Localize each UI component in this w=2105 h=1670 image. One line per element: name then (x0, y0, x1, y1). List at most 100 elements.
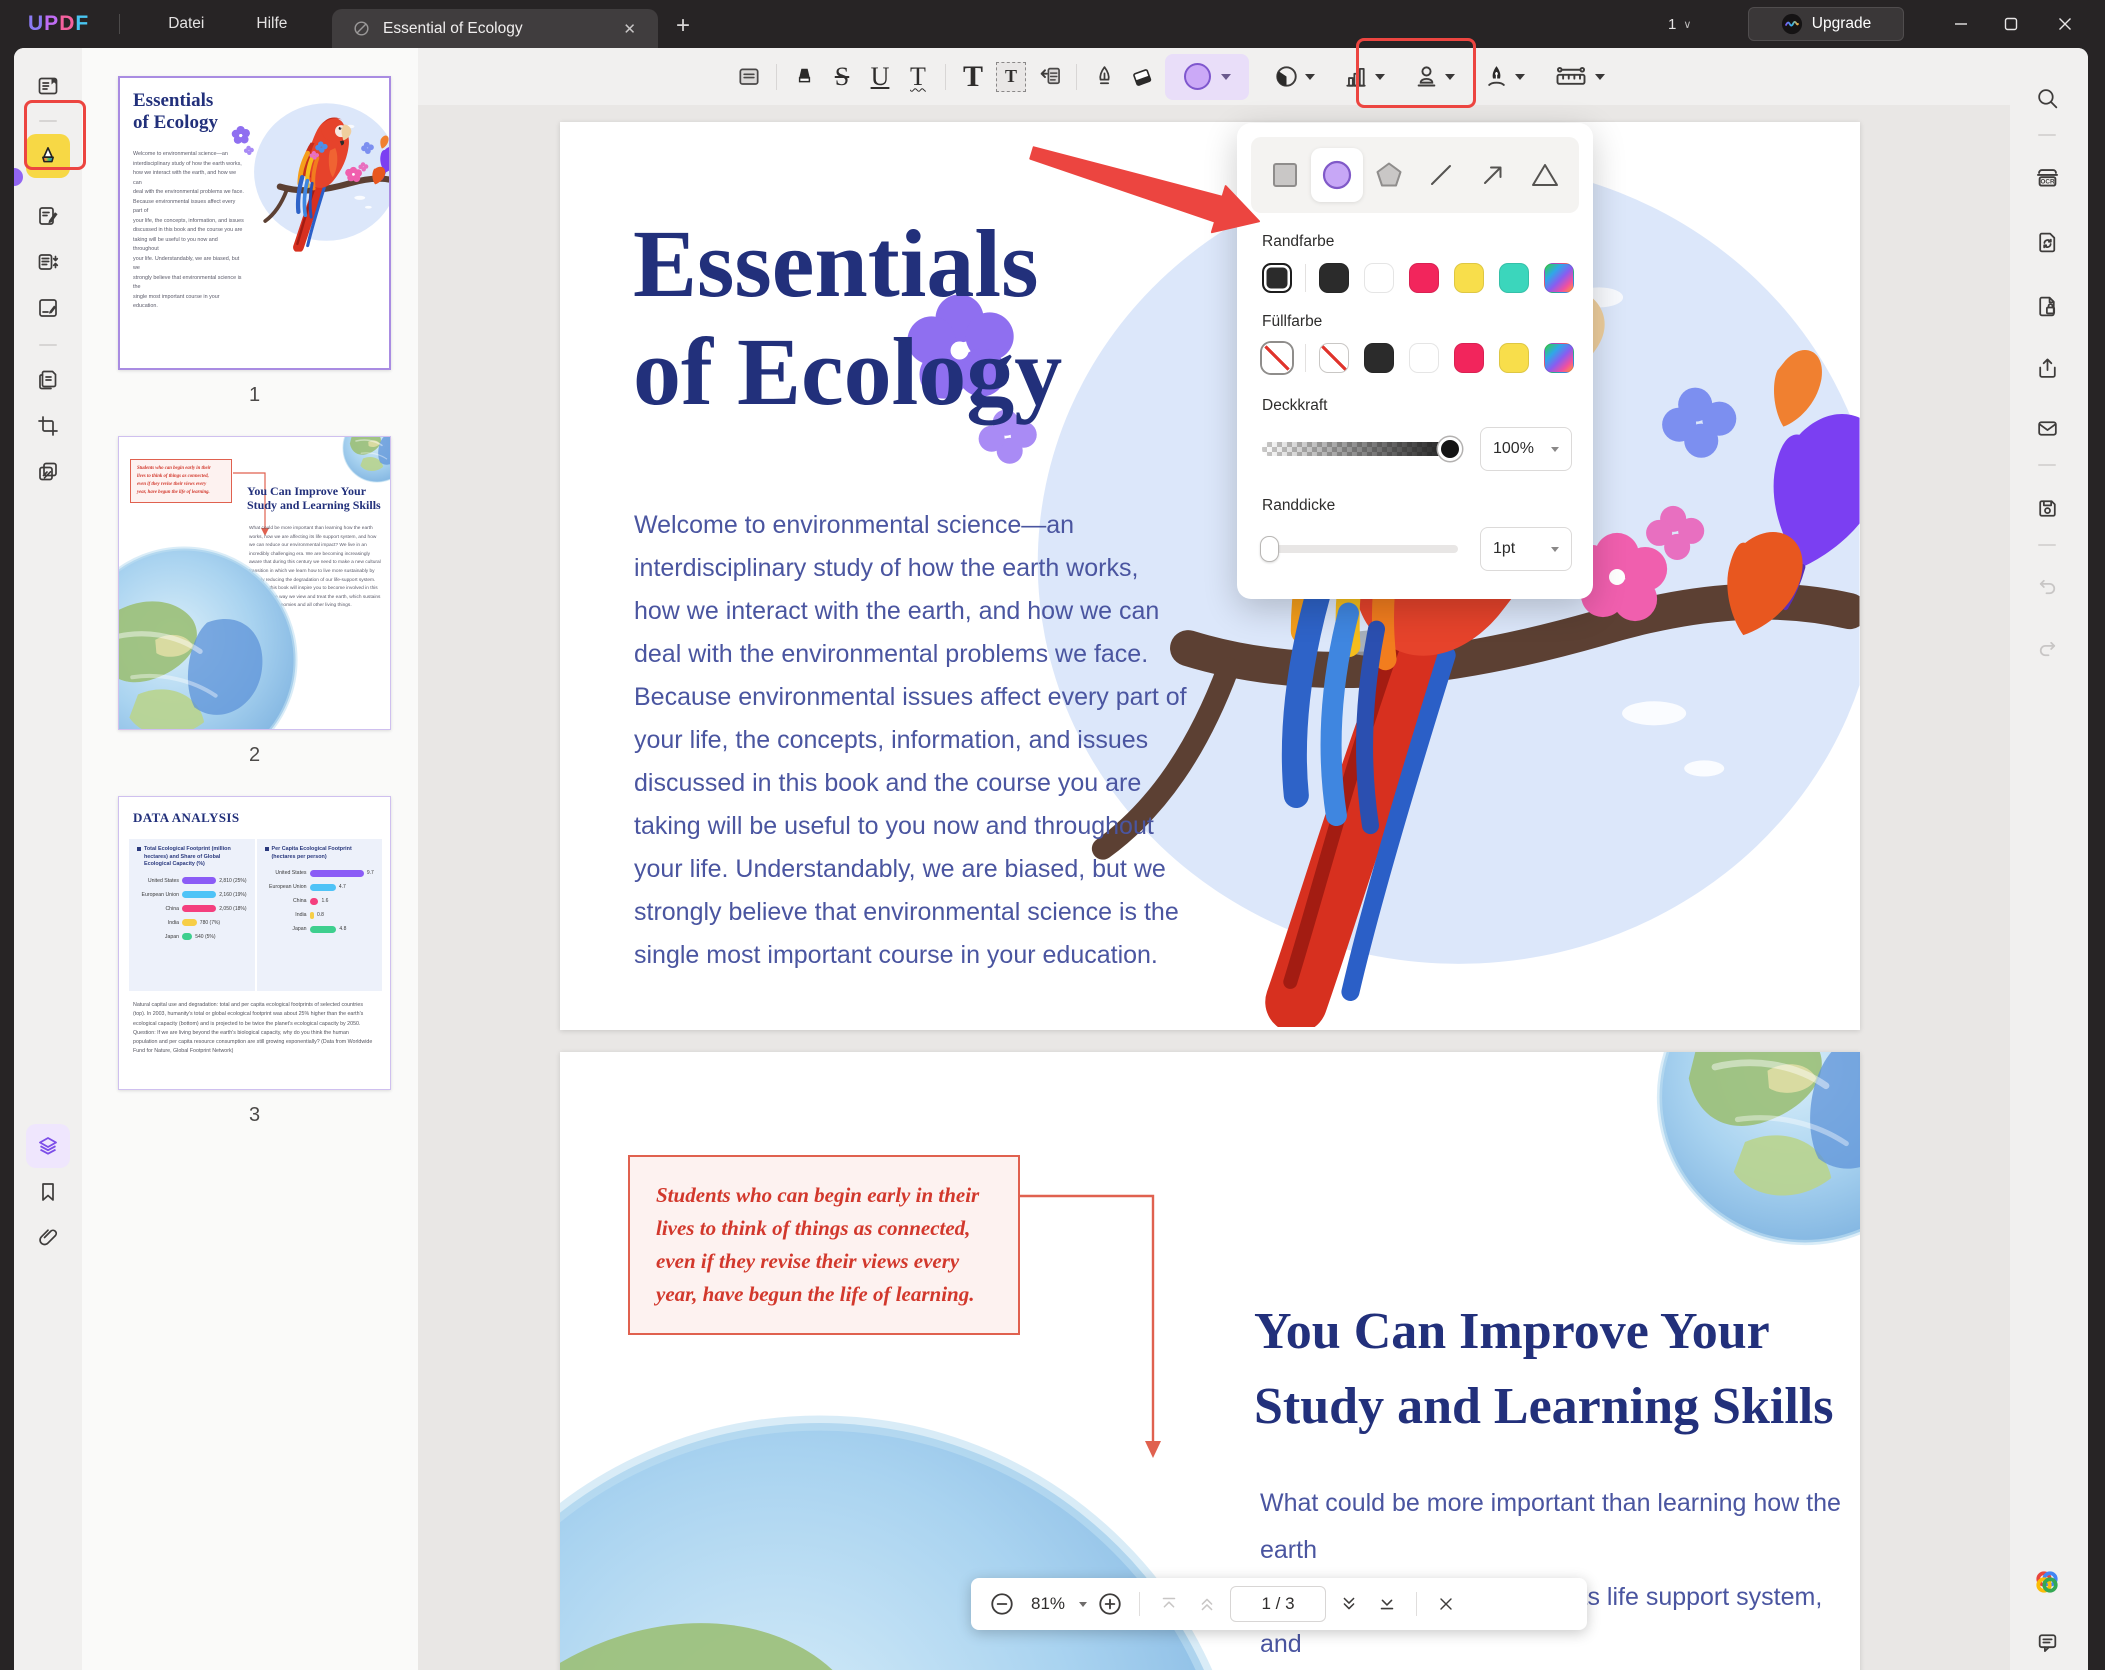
page1-title: Essentials of Ecology (633, 210, 1063, 425)
chevron-down-icon[interactable] (1305, 73, 1315, 80)
snapshot-icon (39, 462, 57, 481)
last-page-button[interactable] (1372, 1586, 1402, 1622)
circle-shape-icon (1183, 63, 1211, 90)
tab-close-icon[interactable]: ✕ (615, 16, 644, 42)
border-color-swatch-selected[interactable] (1262, 263, 1292, 293)
strikethrough-tool-button[interactable]: S (823, 57, 861, 97)
opacity-slider-thumb[interactable] (1438, 437, 1462, 461)
border-width-dropdown[interactable]: 1pt (1480, 527, 1572, 571)
convert-button[interactable] (2025, 220, 2069, 264)
highlight-tool-button[interactable] (785, 57, 823, 97)
dock-divider (1139, 1592, 1140, 1616)
window-close-button[interactable] (2042, 0, 2088, 48)
menu-hilfe[interactable]: Hilfe (230, 15, 313, 33)
page-tools-button[interactable] (26, 358, 70, 402)
next-page-button[interactable] (1334, 1586, 1364, 1622)
border-width-slider-thumb[interactable] (1260, 536, 1279, 562)
page-thumbnail-1[interactable]: Essentials of Ecology Welcome to environm… (118, 76, 391, 370)
border-color-swatch[interactable] (1409, 263, 1439, 293)
paperclip-icon (39, 1229, 58, 1246)
new-tab-button[interactable]: + (676, 12, 690, 40)
page-thumbnail-3[interactable]: DATA ANALYSIS Total Ecological Footprint… (118, 796, 391, 1090)
organize-pages-button[interactable] (26, 240, 70, 284)
fill-color-swatch[interactable] (1409, 343, 1439, 373)
bookmark-button[interactable] (26, 1170, 70, 1214)
signature-tool-button[interactable] (1477, 57, 1515, 97)
layers-button[interactable] (26, 1124, 70, 1168)
upgrade-button[interactable]: Upgrade (1748, 7, 1904, 41)
page-thumbnail-2[interactable]: Students who can begin early in their li… (118, 436, 391, 730)
border-width-slider[interactable] (1260, 536, 1458, 562)
fill-tool-button[interactable] (1267, 57, 1305, 97)
pdf-page-1: Essentials of Ecology Welcome to environ… (560, 122, 1860, 1030)
zoom-out-button[interactable] (987, 1586, 1017, 1622)
measure-tool-button[interactable] (1547, 57, 1595, 97)
ai-assistant-button[interactable] (2025, 1560, 2069, 1604)
ruler-icon (1556, 66, 1586, 85)
right-toolbar-rail: OCR (2010, 48, 2088, 1670)
underline-tool-button[interactable]: U (861, 57, 899, 97)
search-button[interactable] (2025, 76, 2069, 120)
text-box-tool-button[interactable]: T (992, 57, 1030, 97)
undo-button-disabled[interactable] (2025, 564, 2069, 608)
protect-button[interactable] (2025, 284, 2069, 328)
crop-button[interactable] (26, 404, 70, 448)
edit-pdf-button[interactable] (26, 194, 70, 238)
document-tab[interactable]: Essential of Ecology ✕ (332, 9, 658, 48)
thumbnail-panel: Essentials of Ecology Welcome to environm… (82, 48, 418, 1670)
first-page-button[interactable] (1154, 1586, 1184, 1622)
fill-color-swatch-none-selected[interactable] (1262, 343, 1292, 373)
email-button[interactable] (2025, 406, 2069, 450)
save-button[interactable] (2025, 486, 2069, 530)
menu-datei[interactable]: Datei (142, 15, 230, 33)
close-dock-button[interactable] (1431, 1586, 1461, 1622)
line-shape-button[interactable] (1415, 148, 1467, 202)
opacity-dropdown[interactable]: 100% (1480, 427, 1572, 471)
zoom-in-button[interactable] (1095, 1586, 1125, 1622)
chevron-down-icon[interactable] (1515, 73, 1525, 80)
snapshot-button[interactable] (26, 450, 70, 494)
zoom-dropdown-caret[interactable] (1079, 1601, 1087, 1607)
fill-color-swatch[interactable] (1499, 343, 1529, 373)
eraser-tool-button[interactable] (1123, 57, 1161, 97)
redo-icon (2039, 641, 2055, 656)
upgrade-label: Upgrade (1811, 15, 1872, 32)
fill-color-swatch-none[interactable] (1319, 343, 1349, 373)
zoom-level-value: 81% (1030, 1594, 1066, 1613)
page-number-value: 1 / 3 (1261, 1594, 1295, 1613)
arrow-shape-button[interactable] (1467, 148, 1519, 202)
tab-count-dropdown[interactable]: 1 ∨ (1668, 0, 1691, 48)
ocr-button[interactable]: OCR (2025, 156, 2069, 200)
logo-letter: D (59, 12, 76, 35)
shapes-tool-button-active[interactable] (1165, 53, 1249, 100)
squiggly-underline-tool-button[interactable]: T (899, 57, 937, 97)
border-color-swatch[interactable] (1319, 263, 1349, 293)
fill-color-swatch[interactable] (1454, 343, 1484, 373)
window-minimize-button[interactable] (1938, 0, 1984, 48)
fill-sign-button[interactable] (26, 286, 70, 330)
page-number-input[interactable]: 1 / 3 (1230, 1586, 1326, 1622)
circle-shape-button-selected[interactable] (1311, 148, 1363, 202)
pentagon-shape-button[interactable] (1363, 148, 1415, 202)
opacity-slider[interactable] (1262, 437, 1462, 461)
pencil-tool-button[interactable] (1085, 57, 1123, 97)
typewriter-tool-button[interactable] (1030, 57, 1068, 97)
crop-icon (38, 416, 58, 436)
previous-page-button[interactable] (1192, 1586, 1222, 1622)
border-color-swatch[interactable] (1499, 263, 1529, 293)
window-maximize-button[interactable] (1988, 0, 2034, 48)
border-color-swatch[interactable] (1364, 263, 1394, 293)
fill-color-swatch-rainbow[interactable] (1544, 343, 1574, 373)
fill-color-swatch[interactable] (1364, 343, 1394, 373)
feedback-button[interactable] (2025, 1620, 2069, 1664)
border-color-swatch[interactable] (1454, 263, 1484, 293)
border-color-swatch-rainbow[interactable] (1544, 263, 1574, 293)
chevron-down-icon[interactable] (1595, 73, 1605, 80)
attachment-button[interactable] (26, 1216, 70, 1260)
share-button[interactable] (2025, 346, 2069, 390)
triangle-shape-button[interactable] (1519, 148, 1571, 202)
redo-button-disabled[interactable] (2025, 626, 2069, 670)
document-viewport[interactable]: Essentials of Ecology Welcome to environ… (418, 105, 2010, 1670)
text-tool-button[interactable]: T (954, 57, 992, 97)
note-tool-button[interactable] (730, 57, 768, 97)
